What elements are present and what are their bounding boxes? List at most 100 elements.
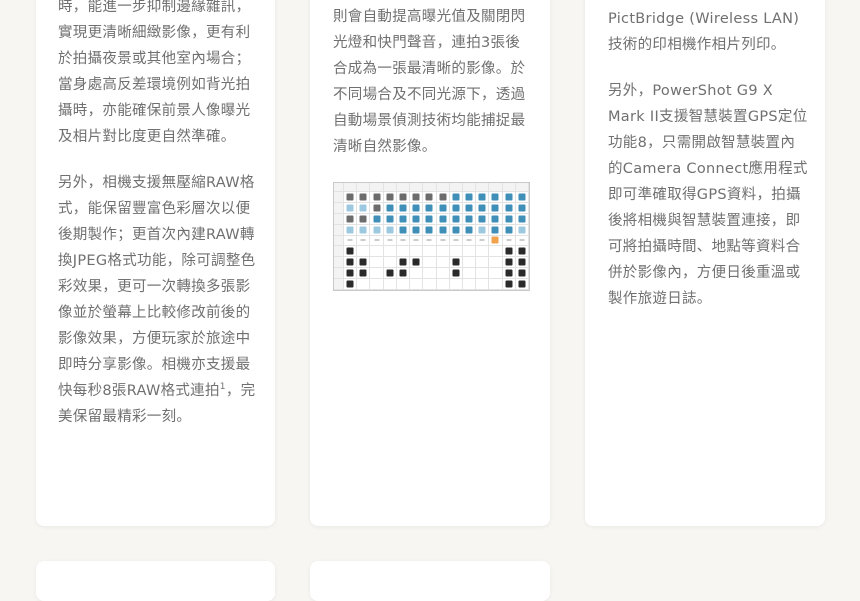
scene-table-cell [357,235,371,247]
card-2-paragraph-1: 則會自動提高曝光值及關閉閃光燈和快門聲音，連拍3張後合成為一張最清晰的影像。於不… [333,9,526,155]
scene-table-cell [515,246,529,258]
scene-table-cell [489,246,503,258]
card-1-paragraph-2: 另外，相機支援無壓縮RAW格式，能保留豐富色彩層次以便後期製作；更首次內建RAW… [58,170,258,430]
scene-mode-icon [374,239,380,241]
scene-mode-icon [399,269,407,277]
scene-table-cell [449,213,463,225]
scene-table-cell [436,279,450,290]
scene-mode-icon [439,204,447,212]
card-3-paragraph-1: 無線連接至支援無線PictBridge (Wireless LAN) 技術的印相… [608,0,800,53]
scene-table-cell [436,235,450,247]
scene-table-cell [334,183,344,192]
scene-table-cell [502,224,516,236]
scene-mode-icon [412,258,420,266]
scene-mode-icon [346,247,354,255]
scene-table-cell [489,224,503,236]
scene-mode-icon [452,193,460,201]
scene-table-cell [410,192,424,203]
scene-mode-icon [478,226,486,234]
scene-table-cell [423,257,437,269]
scene-table-cell [344,213,358,225]
scene-mode-icon [346,280,354,288]
scene-table-cell [344,192,358,203]
scene-table-cell [357,202,371,214]
scene-table-cell [462,183,477,192]
scene-mode-icon [399,204,407,212]
scene-table-cell [370,224,384,236]
scene-table-cell [396,183,411,192]
scene-table-cell [410,246,424,258]
scene-mode-icon [505,258,513,266]
scene-mode-icon [505,269,513,277]
scene-mode-icon [465,193,473,201]
scene-mode-icon [478,193,486,201]
scene-table-cell [515,192,529,203]
scene-table-cell [423,246,437,258]
scene-mode-icon [506,239,512,241]
scene-table-cell [462,224,477,236]
scene-table-cell [423,279,437,290]
scene-table-cell [476,213,490,225]
scene-table-cell [462,235,477,247]
scene-table-cell [489,279,503,290]
scene-mode-icon [386,215,394,223]
scene-table-cell [344,279,358,290]
scene-table-cell [383,279,397,290]
scene-table-cell [502,183,516,192]
scene-mode-icon [373,215,381,223]
scene-table-cell [449,268,463,280]
scene-table-cell [383,192,397,203]
scene-table-cell [396,279,411,290]
scene-table-cell [502,279,516,290]
card-3-paragraph-2: 另外，PowerShot G9 X Mark II支援智慧裝置GPS定位功能8，… [608,83,808,307]
card-3-text: 無線連接至支援無線PictBridge (Wireless LAN) 技術的印相… [608,0,808,332]
scene-table-cell [370,202,384,214]
scene-mode-icon [399,215,407,223]
scene-table-cell [423,235,437,247]
scene-mode-icon [373,226,381,234]
scene-mode-icon [518,193,526,201]
scene-table-cell [423,183,437,192]
scene-mode-icon [452,215,460,223]
scene-table-cell [515,202,529,214]
scene-table-cell [449,279,463,290]
scene-table-cell [410,224,424,236]
scene-mode-icon [465,204,473,212]
scene-table-cell [502,235,516,247]
scene-mode-icon [518,269,526,277]
scene-mode-icon [439,215,447,223]
scene-table-cell [476,202,490,214]
scene-table-cell [334,279,344,290]
scene-mode-icon [478,215,486,223]
scene-table-cell [396,192,411,203]
scene-table-cell [370,213,384,225]
scene-mode-icon [466,239,472,241]
scene-table-cell [396,224,411,236]
scene-mode-icon [399,258,407,266]
scene-mode-icon [346,193,354,201]
scene-table-cell [383,202,397,214]
scene-mode-icon [387,239,393,241]
scene-table-cell [410,257,424,269]
scene-table-cell [357,268,371,280]
scene-table-cell [462,202,477,214]
scene-table-cell [423,224,437,236]
scene-mode-icon [518,247,526,255]
scene-table-cell [334,202,344,214]
scene-mode-icon [399,193,407,201]
scene-table-cell [396,213,411,225]
scene-table-cell [436,257,450,269]
scene-mode-icon [360,239,366,241]
scene-mode-icon [452,204,460,212]
scene-mode-icon [412,204,420,212]
scene-table-cell [334,192,344,203]
scene-mode-icon [359,269,367,277]
scene-table-cell [344,235,358,247]
scene-mode-icon [505,247,513,255]
scene-mode-icon [440,239,446,241]
scene-table-cell [476,192,490,203]
scene-table-cell [515,257,529,269]
article-card-4 [36,561,275,601]
scene-table-cell [344,257,358,269]
scene-table-cell [449,202,463,214]
